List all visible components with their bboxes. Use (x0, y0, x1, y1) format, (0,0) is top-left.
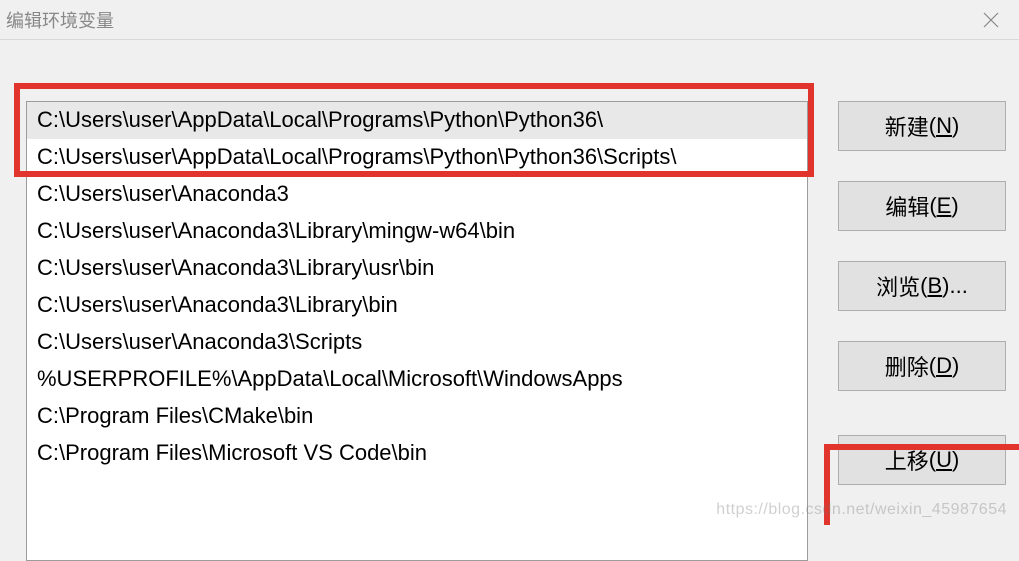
move-up-button[interactable]: 上移(U) (838, 435, 1006, 485)
close-button[interactable] (971, 5, 1011, 35)
delete-button[interactable]: 删除(D) (838, 341, 1006, 391)
button-accel: N (936, 113, 952, 139)
browse-button[interactable]: 浏览(B)... (838, 261, 1006, 311)
button-accel: B (927, 273, 942, 299)
list-item[interactable]: C:\Users\user\Anaconda3 (27, 176, 807, 213)
close-icon (982, 11, 1000, 29)
list-item[interactable]: C:\Users\user\AppData\Local\Programs\Pyt… (27, 139, 807, 176)
path-listbox[interactable]: C:\Users\user\AppData\Local\Programs\Pyt… (26, 101, 808, 561)
button-label: 编辑 (885, 190, 929, 222)
list-item[interactable]: C:\Program Files\Microsoft VS Code\bin (27, 435, 807, 472)
button-column: 新建(N) 编辑(E) 浏览(B)... 删除(D) 上移(U) (838, 101, 1006, 515)
button-suffix: ... (950, 273, 968, 299)
list-item[interactable]: C:\Users\user\Anaconda3\Scripts (27, 324, 807, 361)
list-item[interactable]: C:\Users\user\Anaconda3\Library\bin (27, 287, 807, 324)
new-button[interactable]: 新建(N) (838, 101, 1006, 151)
button-label: 删除 (885, 350, 929, 382)
list-item[interactable]: C:\Users\user\AppData\Local\Programs\Pyt… (27, 102, 807, 139)
button-accel: U (936, 447, 952, 473)
button-accel: D (936, 353, 952, 379)
list-item[interactable]: %USERPROFILE%\AppData\Local\Microsoft\Wi… (27, 361, 807, 398)
window-title: 编辑环境变量 (6, 7, 114, 33)
list-item[interactable]: C:\Program Files\CMake\bin (27, 398, 807, 435)
list-item[interactable]: C:\Users\user\Anaconda3\Library\mingw-w6… (27, 213, 807, 250)
titlebar: 编辑环境变量 (0, 0, 1019, 40)
button-accel: E (937, 193, 952, 219)
dialog-content: C:\Users\user\AppData\Local\Programs\Pyt… (0, 65, 1019, 525)
button-label: 上移 (885, 444, 929, 476)
edit-env-var-dialog: 编辑环境变量 C:\Users\user\AppData\Local\Progr… (0, 0, 1019, 525)
edit-button[interactable]: 编辑(E) (838, 181, 1006, 231)
button-label: 浏览 (876, 270, 920, 302)
list-item[interactable]: C:\Users\user\Anaconda3\Library\usr\bin (27, 250, 807, 287)
button-label: 新建 (885, 110, 929, 142)
